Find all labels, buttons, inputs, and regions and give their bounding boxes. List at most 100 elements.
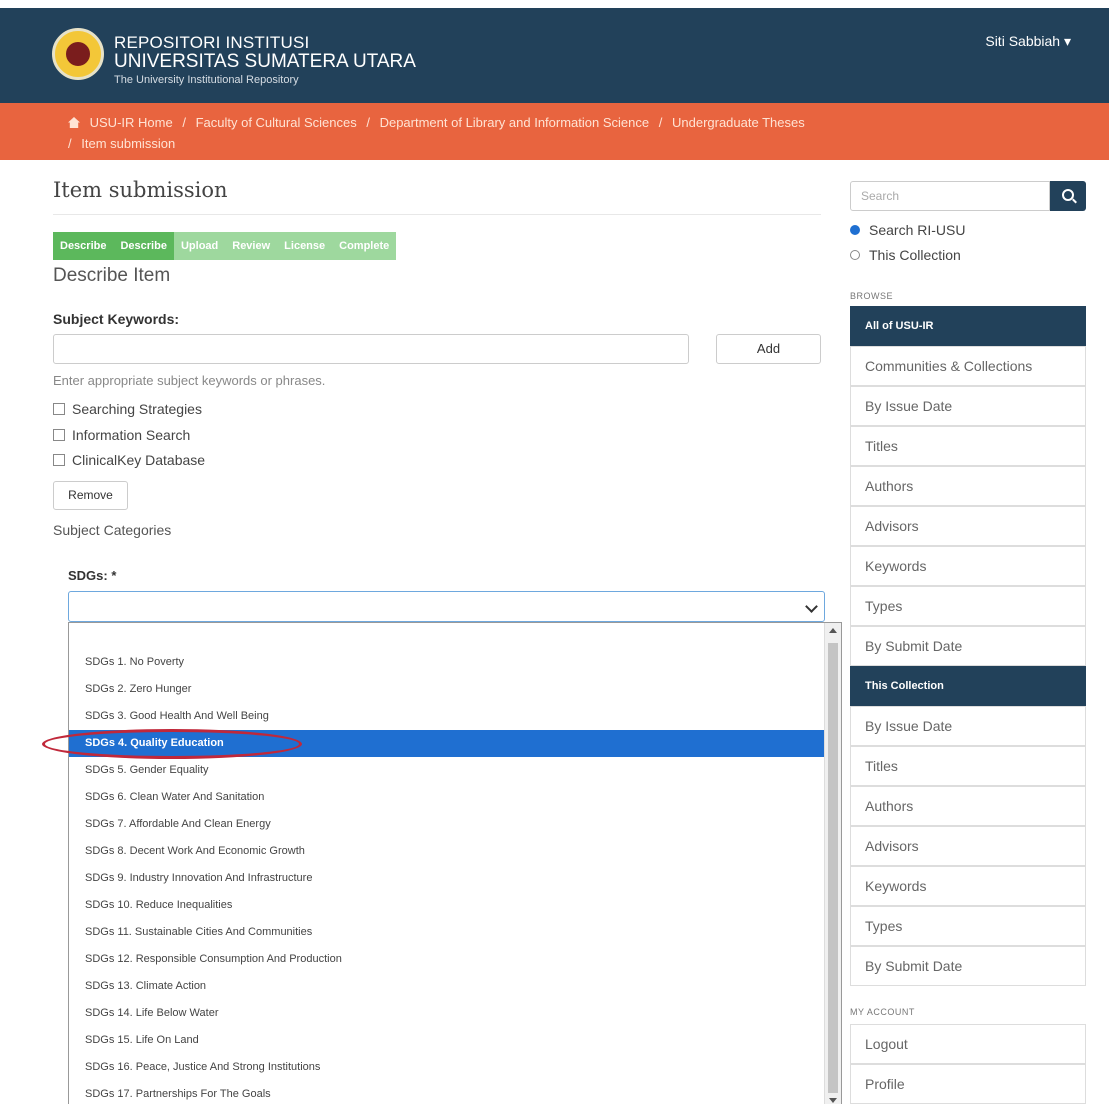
sidebar-item[interactable]: Advisors: [850, 826, 1086, 866]
progress-step-review: Review: [225, 232, 278, 260]
breadcrumb-line-1: USU-IR Home / Faculty of Cultural Scienc…: [68, 115, 811, 130]
sdgs-option[interactable]: SDGs 16. Peace, Justice And Strong Insti…: [69, 1054, 826, 1081]
breadcrumb: USU-IR Home / Faculty of Cultural Scienc…: [0, 103, 1109, 160]
sidebar-item[interactable]: Types: [850, 586, 1086, 626]
submission-progress: Describe Describe Upload Review License …: [53, 232, 397, 260]
scrollbar-thumb[interactable]: [828, 643, 838, 1093]
remove-keyword-button[interactable]: Remove: [53, 481, 128, 510]
keywords-help-text: Enter appropriate subject keywords or ph…: [53, 373, 326, 388]
sdgs-option[interactable]: SDGs 13. Climate Action: [69, 973, 826, 1000]
user-menu[interactable]: Siti Sabbiah ▾: [985, 33, 1071, 50]
scope-label: Search RI-USU: [869, 222, 966, 238]
chevron-down-icon: [805, 600, 818, 613]
sidebar-item[interactable]: Keywords: [850, 546, 1086, 586]
sdgs-option[interactable]: SDGs 15. Life On Land: [69, 1027, 826, 1054]
keyword-checkbox[interactable]: [53, 403, 65, 415]
breadcrumb-line-2: / Item submission: [68, 136, 181, 151]
sidebar-item[interactable]: Titles: [850, 426, 1086, 466]
sidebar-item[interactable]: Communities & Collections: [850, 346, 1086, 386]
keywords-label: Subject Keywords:: [53, 311, 180, 327]
sidebar-item-logout[interactable]: Logout: [850, 1024, 1086, 1064]
sdgs-option-selected[interactable]: SDGs 4. Quality Education: [69, 730, 826, 757]
browse-heading: BROWSE: [850, 291, 894, 301]
site-subtitle: The University Institutional Repository: [114, 74, 299, 86]
breadcrumb-separator: /: [658, 115, 663, 130]
sidebar-item[interactable]: Authors: [850, 786, 1086, 826]
sdgs-option[interactable]: SDGs 10. Reduce Inequalities: [69, 892, 826, 919]
breadcrumb-current: Item submission: [81, 136, 176, 151]
site-header: REPOSITORI INSTITUSI UNIVERSITAS SUMATER…: [0, 8, 1109, 103]
progress-step-license: License: [277, 232, 333, 260]
radio-button[interactable]: [850, 250, 860, 260]
sidebar-item[interactable]: Advisors: [850, 506, 1086, 546]
keywords-input[interactable]: [53, 334, 689, 364]
account-heading: MY ACCOUNT: [850, 1007, 915, 1017]
breadcrumb-item[interactable]: Undergraduate Theses: [672, 115, 805, 130]
subject-categories-heading: Subject Categories: [53, 522, 172, 538]
sidebar-item[interactable]: By Issue Date: [850, 386, 1086, 426]
scope-option[interactable]: Search RI-USU: [850, 222, 965, 238]
radio-button-checked[interactable]: [850, 225, 860, 235]
sidebar-item[interactable]: By Issue Date: [850, 706, 1086, 746]
sdgs-select[interactable]: [68, 591, 825, 622]
add-keyword-button[interactable]: Add: [716, 334, 821, 364]
breadcrumb-separator: /: [366, 115, 370, 130]
progress-step-describe-2[interactable]: Describe: [113, 232, 174, 260]
sidebar-item-profile[interactable]: Profile: [850, 1064, 1086, 1104]
sidebar-item[interactable]: By Submit Date: [850, 946, 1086, 986]
sdgs-option[interactable]: SDGs 5. Gender Equality: [69, 757, 826, 784]
sdgs-label: SDGs: *: [68, 568, 117, 583]
site-title-line1[interactable]: REPOSITORI INSTITUSI: [114, 33, 309, 53]
breadcrumb-item[interactable]: Faculty of Cultural Sciences: [196, 115, 357, 130]
sidebar-heading-collection: This Collection: [850, 666, 1086, 706]
section-title: Describe Item: [53, 265, 171, 286]
sidebar-item[interactable]: Authors: [850, 466, 1086, 506]
breadcrumb-separator: /: [182, 115, 186, 130]
keyword-item: Information Search: [53, 427, 190, 443]
sdgs-option[interactable]: SDGs 9. Industry Innovation And Infrastr…: [69, 865, 826, 892]
user-name: Siti Sabbiah: [985, 33, 1061, 49]
sdgs-option[interactable]: SDGs 8. Decent Work And Economic Growth: [69, 838, 826, 865]
sdgs-option[interactable]: SDGs 3. Good Health And Well Being: [69, 703, 826, 730]
breadcrumb-separator: /: [68, 136, 72, 151]
sidebar-item[interactable]: By Submit Date: [850, 626, 1086, 666]
scope-label: This Collection: [869, 247, 961, 263]
sdgs-option[interactable]: SDGs 14. Life Below Water: [69, 1000, 826, 1027]
sdgs-option[interactable]: SDGs 6. Clean Water And Sanitation: [69, 784, 826, 811]
keyword-checkbox[interactable]: [53, 454, 65, 466]
caret-down-icon: ▾: [1063, 33, 1071, 49]
breadcrumb-item[interactable]: Department of Library and Information Sc…: [380, 115, 650, 130]
keyword-item: ClinicalKey Database: [53, 452, 205, 468]
sidebar-item[interactable]: Keywords: [850, 866, 1086, 906]
sdgs-option[interactable]: SDGs 1. No Poverty: [69, 649, 826, 676]
sidebar-item[interactable]: Titles: [850, 746, 1086, 786]
progress-step-upload: Upload: [173, 232, 226, 260]
breadcrumb-item[interactable]: USU-IR Home: [90, 115, 173, 130]
sidebar-item[interactable]: Types: [850, 906, 1086, 946]
sdgs-option[interactable]: SDGs 2. Zero Hunger: [69, 676, 826, 703]
scroll-up-icon[interactable]: [829, 628, 837, 633]
sdgs-option[interactable]: SDGs 17. Partnerships For The Goals: [69, 1081, 826, 1104]
university-logo-icon[interactable]: [52, 28, 104, 80]
scroll-down-icon[interactable]: [829, 1098, 837, 1103]
sdgs-dropdown-list: SDGs 1. No Poverty SDGs 2. Zero Hunger S…: [68, 622, 842, 1104]
progress-step-describe-1[interactable]: Describe: [53, 232, 114, 260]
page-title: Item submission: [53, 178, 228, 202]
sidebar-heading-all: All of USU-IR: [850, 306, 1086, 346]
search-button[interactable]: [1050, 181, 1086, 211]
sdgs-option[interactable]: SDGs 11. Sustainable Cities And Communit…: [69, 919, 826, 946]
scope-option[interactable]: This Collection: [850, 247, 961, 263]
progress-step-complete: Complete: [332, 232, 397, 260]
dropdown-scrollbar[interactable]: [824, 623, 841, 1104]
keyword-checkbox[interactable]: [53, 429, 65, 441]
divider: [53, 214, 821, 215]
site-title-line2[interactable]: UNIVERSITAS SUMATERA UTARA: [114, 51, 416, 73]
search-input[interactable]: Search: [850, 181, 1050, 211]
sdgs-option[interactable]: SDGs 12. Responsible Consumption And Pro…: [69, 946, 826, 973]
keyword-label: ClinicalKey Database: [72, 452, 206, 468]
sdgs-option[interactable]: SDGs 7. Affordable And Clean Energy: [69, 811, 826, 838]
keyword-label: Searching Strategies: [72, 401, 202, 417]
keyword-label: Information Search: [72, 427, 191, 443]
home-icon[interactable]: [68, 117, 80, 128]
keyword-item: Searching Strategies: [53, 401, 202, 417]
